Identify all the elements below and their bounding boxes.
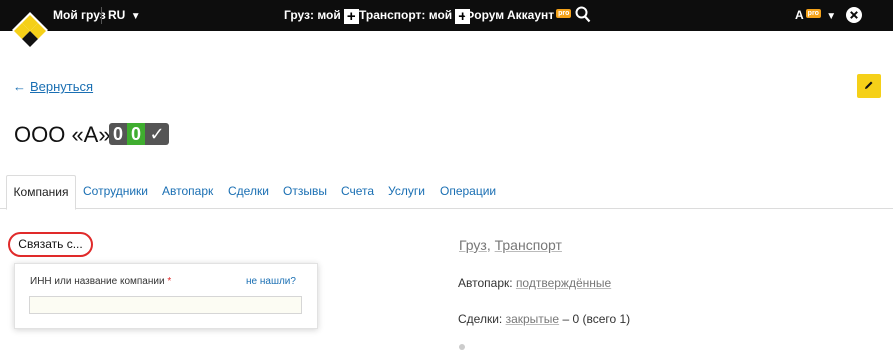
user-name: А — [795, 8, 804, 22]
transport-my-link[interactable]: Транспорт: мой + — [359, 8, 471, 24]
logo-diamond-icon[interactable] — [10, 10, 50, 50]
tab-invoices[interactable]: Счета — [341, 175, 374, 209]
transport-my-label: Транспорт: мой — [359, 8, 453, 22]
my-cargo-link[interactable]: Мой груз — [53, 8, 106, 23]
chevron-down-icon: ▼ — [130, 11, 141, 22]
cargo-my-label: Груз: мой — [284, 8, 341, 22]
pro-badge: pro — [556, 9, 572, 18]
verified-check-icon: ✓ — [145, 123, 169, 145]
fleet-info: Автопарк: подтверждённые — [458, 276, 611, 290]
tab-deals[interactable]: Сделки — [228, 175, 269, 209]
language-selector[interactable]: RU ▼ — [108, 8, 141, 24]
tab-reviews[interactable]: Отзывы — [283, 175, 327, 209]
deals-count: – 0 (всего 1) — [562, 312, 631, 326]
user-pro-badge: pro — [805, 9, 821, 18]
deals-label: Сделки: — [458, 312, 503, 326]
top-nav-bar: Мой груз RU ▼ Груз: мой + Транспорт: мой +… — [0, 0, 893, 31]
page-title: ООО «А» — [14, 122, 111, 147]
back-link-label: Вернуться — [30, 79, 94, 94]
edit-button[interactable] — [857, 74, 881, 98]
tab-company[interactable]: Компания — [6, 175, 76, 210]
language-label: RU — [108, 8, 126, 22]
search-icon[interactable] — [575, 6, 591, 27]
connect-popup: ИНН или название компании * не нашли? — [14, 263, 318, 329]
tab-fleet[interactable]: Автопарк — [162, 175, 213, 209]
user-menu[interactable]: Аpro ▼ — [795, 8, 836, 24]
tab-services[interactable]: Услуги — [388, 175, 425, 209]
not-found-link[interactable]: не нашли? — [246, 276, 296, 287]
connect-with-button[interactable]: Связать с... — [8, 232, 93, 257]
cargo-my-link[interactable]: Груз: мой + — [284, 8, 359, 24]
forum-link[interactable]: Форум — [464, 8, 504, 23]
deals-closed-link[interactable]: закрытые — [506, 312, 560, 326]
tab-employees[interactable]: Сотрудники — [83, 175, 148, 209]
cargo-link[interactable]: Груз — [459, 237, 487, 253]
company-field-label: ИНН или название компании * — [30, 276, 171, 287]
link-separator: , — [486, 237, 495, 253]
tab-bar: Компания Сотрудники Автопарк Сделки Отзы… — [0, 175, 893, 210]
company-field-label-text: ИНН или название компании — [30, 276, 165, 287]
close-icon[interactable] — [846, 7, 862, 27]
rating-badges: 0 0 ✓ — [109, 123, 169, 145]
nav-divider — [101, 7, 102, 24]
arrow-left-icon: ← — [13, 79, 26, 94]
list-bullet — [459, 344, 465, 350]
fleet-confirmed-link[interactable]: подтверждённые — [516, 276, 611, 290]
transport-link[interactable]: Транспорт — [495, 237, 562, 253]
account-label: Аккаунт — [507, 8, 555, 22]
deals-info: Сделки: закрытые – 0 (всего 1) — [458, 312, 630, 326]
fleet-label: Автопарк: — [458, 276, 513, 290]
chevron-down-icon: ▼ — [826, 11, 837, 22]
back-link[interactable]: ← Вернуться — [13, 79, 93, 94]
plus-icon[interactable]: + — [343, 9, 359, 24]
cargo-transport-links: Груз, Транспорт — [459, 237, 562, 253]
badge-count-2: 0 — [127, 123, 145, 145]
badge-count-1: 0 — [109, 123, 127, 145]
tab-operations[interactable]: Операции — [440, 175, 496, 209]
account-link[interactable]: Аккаунт pro — [507, 8, 572, 23]
pencil-icon — [864, 77, 874, 95]
required-mark: * — [167, 276, 172, 287]
company-search-input[interactable] — [29, 296, 302, 314]
